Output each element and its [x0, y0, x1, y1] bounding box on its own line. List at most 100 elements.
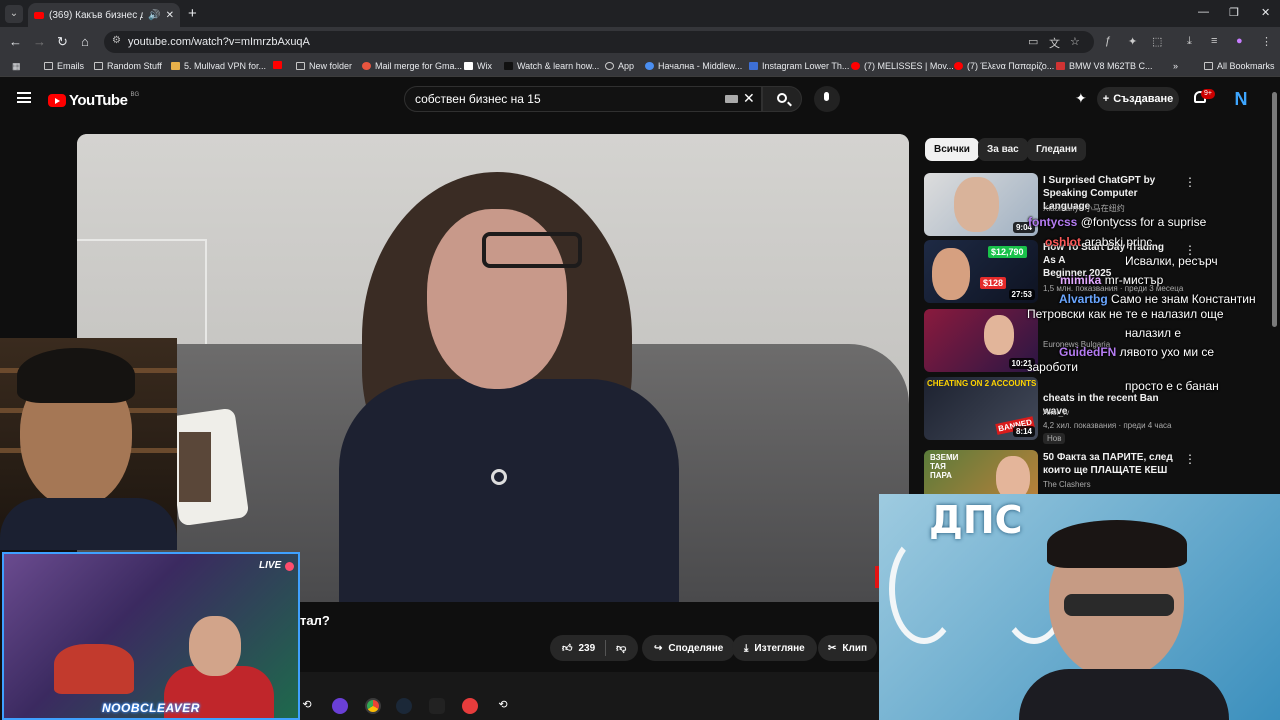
bookmark-instagram[interactable]: Instagram Lower Th... [749, 61, 849, 71]
extension-icon[interactable]: ✦ [1128, 35, 1137, 48]
profile-icon[interactable]: ● [1236, 35, 1243, 47]
chip-for-you[interactable]: За вас [978, 138, 1028, 161]
address-bar-row: ← → ↻ ⌂ ⚙ youtube.com/watch?v=mImrzbAxuq… [0, 27, 1280, 57]
site-info-icon[interactable]: ⚙ [112, 35, 121, 46]
minimize-button[interactable]: — [1198, 6, 1209, 18]
url-field[interactable]: ⚙ youtube.com/watch?v=mImrzbAxuqA [104, 31, 1094, 53]
rec-thumbnail-2[interactable]: $12,790 $128 27:53 [924, 240, 1038, 303]
chat-message: oshlot arabski princ [1045, 235, 1153, 249]
bookmark-elena[interactable]: (7) Έλενα Παπαρίζο... [954, 61, 1054, 71]
rec-more-icon[interactable]: ⋮ [1184, 175, 1196, 189]
clear-search-icon[interactable]: ✕ [743, 90, 755, 107]
video-pillow-pattern [179, 432, 211, 502]
bookmark-watch-learn[interactable]: Watch & learn how... [504, 61, 599, 71]
meme-sunglasses [1064, 594, 1174, 616]
rec-title-5[interactable]: 50 Факта за ПАРИТЕ, след които ще ПЛАЩАТЕ… [1043, 451, 1178, 477]
download-icon[interactable]: ⤓ [1187, 35, 1192, 48]
extension-fx-icon[interactable]: ƒ [1105, 35, 1111, 47]
thumbs-down-icon[interactable]: 👎︎ [616, 642, 626, 654]
close-tab-icon[interactable]: ✕ [166, 10, 174, 21]
mullvad-icon [171, 62, 180, 70]
speaker-icon[interactable]: 🔊 [148, 10, 160, 21]
chrome-menu-icon[interactable]: ⋮ [1261, 35, 1272, 48]
bookmark-bmw[interactable]: BMW V8 M62TB C... [1056, 61, 1153, 71]
streamer-face [189, 616, 241, 676]
new-tab-button[interactable]: + [188, 5, 197, 22]
meme-hair [1047, 520, 1187, 568]
rec-thumbnail-4[interactable]: CHEATING ON 2 ACCOUNTS BANNED 8:14 [924, 377, 1038, 440]
search-input[interactable]: собствен бизнес на 15 [404, 86, 762, 112]
menu-icon[interactable] [17, 92, 31, 103]
more-bookmarks-icon[interactable]: » [1173, 61, 1178, 71]
bookmark-middleware[interactable]: Начална - Middlew... [645, 61, 742, 71]
taskbar-app-icon[interactable]: ⟲ [495, 698, 511, 714]
rec-thumbnail-3[interactable]: 10:21 [924, 309, 1038, 372]
bookmark-youtube[interactable] [273, 61, 282, 69]
tab-search-button[interactable]: ⌄ [5, 5, 23, 23]
rec-channel-1[interactable]: Xiaomanyc 小马在纽约 [1043, 203, 1125, 214]
extensions-puzzle-icon[interactable]: ⬚ [1152, 35, 1162, 48]
youtube-logo[interactable]: YouTube BG [48, 92, 139, 109]
all-bookmarks[interactable]: All Bookmarks [1204, 61, 1275, 71]
video-title: тал? [300, 613, 330, 628]
rec-channel-4[interactable]: Axel_tv [1043, 408, 1069, 417]
like-button[interactable]: 👍︎ 239 👎︎ [550, 635, 639, 661]
forward-icon[interactable]: → [33, 34, 46, 49]
home-icon[interactable]: ⌂ [81, 34, 89, 49]
chat-message: Alvartbg Само не знам Константин [1059, 292, 1256, 306]
bookmark-mullvad[interactable]: 5. Mullvad VPN for... [171, 61, 266, 71]
laurel-left-icon [889, 534, 959, 644]
reload-icon[interactable]: ↻ [57, 34, 68, 50]
description-area [300, 672, 880, 720]
chat-message: Исвалки, ресърч [1125, 254, 1218, 268]
chip-watched[interactable]: Гледани [1027, 138, 1087, 161]
bookmark-melisses[interactable]: (7) MELISSES | Mov... [851, 61, 954, 71]
video-player[interactable] [77, 134, 909, 602]
youtube-header: YouTube BG собствен бизнес на 15 ✕ ✦ + Съ… [0, 78, 1280, 120]
taskbar-app-icon[interactable] [462, 698, 478, 714]
bookmark-emails[interactable]: Emails [44, 61, 84, 71]
apps-icon[interactable]: ▦ [12, 61, 21, 72]
create-button[interactable]: + Създаване [1097, 87, 1179, 111]
figurines [54, 644, 134, 694]
media-control-icon[interactable]: ≡ [1211, 35, 1217, 47]
bookmark-star-icon[interactable]: ☆ [1070, 35, 1080, 48]
bookmark-new-folder[interactable]: New folder [296, 61, 352, 71]
taskbar-app-icon[interactable]: ⟲ [299, 698, 315, 714]
rec-channel-5[interactable]: The Clashers [1043, 480, 1091, 489]
install-icon[interactable]: ▭ [1028, 35, 1038, 48]
bookmark-random-stuff[interactable]: Random Stuff [94, 61, 162, 71]
restore-button[interactable]: ❐ [1229, 6, 1239, 19]
youtube-icon [273, 61, 282, 69]
download-button[interactable]: ⤓ Изтегляне [732, 635, 817, 661]
folder-icon [44, 62, 53, 70]
avatar[interactable]: N [1231, 89, 1251, 109]
close-window-button[interactable]: ✕ [1261, 6, 1270, 19]
search-icon [777, 93, 787, 103]
chat-message: Петровски как не те е налазил още [1027, 307, 1224, 321]
back-icon[interactable]: ← [9, 34, 22, 49]
clip-button[interactable]: ✂ Клип [818, 635, 878, 661]
taskbar-app-icon[interactable] [429, 698, 445, 714]
taskbar-steam-icon[interactable] [396, 698, 412, 714]
active-tab[interactable]: (369) Какъв бизнес да запо 🔊 ✕ [28, 3, 180, 27]
chip-all[interactable]: Всички [925, 138, 979, 161]
taskbar-chrome-icon[interactable] [365, 698, 381, 714]
voice-search-button[interactable] [814, 86, 840, 112]
rec-more-icon[interactable]: ⋮ [1184, 452, 1196, 466]
youtube-play-icon [48, 94, 66, 107]
streamer-name: NOOBCLEAVER [102, 701, 200, 715]
taskbar-app-icon[interactable] [332, 698, 348, 714]
rec-thumbnail-1[interactable]: 9:04 [924, 173, 1038, 236]
search-button[interactable] [762, 86, 802, 112]
keyboard-icon[interactable] [725, 95, 738, 103]
bookmark-mail-merge[interactable]: Mail merge for Gma... [362, 61, 462, 71]
chat-message: налазил е [1125, 326, 1182, 340]
scrollbar[interactable] [1272, 92, 1277, 327]
notification-count: 9+ [1201, 89, 1215, 99]
bookmark-app[interactable]: App [605, 61, 634, 71]
translate-icon[interactable]: 文 [1049, 35, 1060, 51]
share-button[interactable]: ↪ Споделяне [642, 635, 736, 661]
cast-icon[interactable]: ✦ [1075, 90, 1087, 107]
bookmark-wix[interactable]: Wix [464, 61, 492, 71]
